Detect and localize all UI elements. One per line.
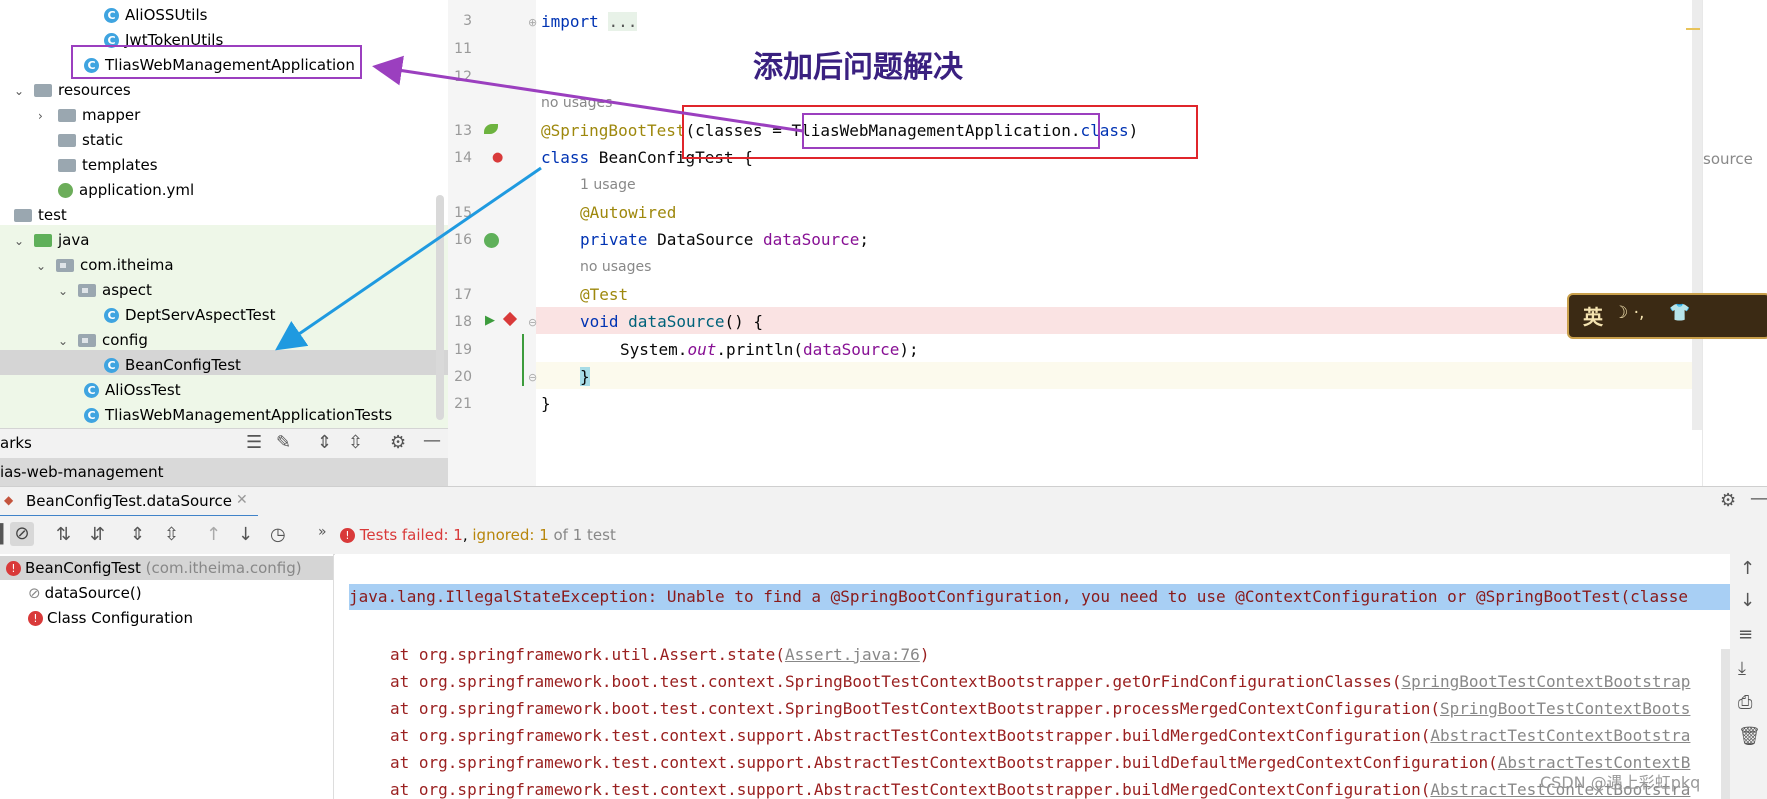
stack-trace-line: at org.springframework.test.context.supp… [390,780,1691,799]
close-tab-icon[interactable]: ✕ [236,492,248,508]
console-scrollbar[interactable] [1721,649,1730,799]
trash-icon[interactable]: 🗑 [1738,726,1761,747]
stack-trace-line: at org.springframework.boot.test.context… [390,672,1691,691]
more-icon[interactable]: » [318,524,327,540]
run-config-icon: ◆ [4,493,14,507]
moon-icon: ☽ ·, [1613,303,1645,323]
run-tab-label[interactable]: BeanConfigTest.dataSource [26,492,232,510]
up-arrow-icon[interactable]: ↑ [1740,558,1755,579]
test-status-summary: ! Tests failed: 1, ignored: 1 of 1 test [340,526,616,544]
gear-icon[interactable]: ⚙ [1720,490,1736,511]
source-link[interactable]: SpringBootTestContextBootstrap [1401,672,1690,691]
blue-arrow [275,166,542,351]
down-arrow-icon[interactable]: ↓ [1740,590,1755,611]
minimize-icon[interactable]: — [1750,488,1767,509]
stack-trace-line: at org.springframework.boot.test.context… [390,699,1691,718]
scroll-to-end-icon[interactable]: ⤓ [1738,658,1746,679]
sort-alpha-icon[interactable]: ⇅ [56,524,71,545]
test-results-tree: ! BeanConfigTest (com.itheima.config) ⊘ da… [0,554,334,799]
error-icon: ! [340,528,355,543]
ime-language-label: 英 [1583,305,1603,329]
history-icon[interactable]: ◷ [270,524,286,545]
sort-duration-icon[interactable]: ⇵ [90,524,105,545]
previous-failed-icon[interactable]: ↑ [206,524,221,545]
purple-box-code [802,113,1100,149]
source-link[interactable]: Assert.java:76 [785,645,920,664]
collapse-all-icon[interactable]: ⇳ [164,524,179,545]
stack-trace-line: at org.springframework.util.Assert.state… [390,645,930,664]
run-tab-bar: ◆ BeanConfigTest.dataSource ✕ ⚙ — [0,486,1767,517]
source-link[interactable]: SpringBootTestContextBoots [1440,699,1690,718]
source-link[interactable]: AbstractTestContextBootstra [1430,726,1690,745]
purple-box-tree [71,45,362,79]
soft-wrap-icon[interactable]: ≡ [1738,624,1753,645]
watermark: CSDN @遇上彩虹pkq [1540,773,1701,792]
exception-message: java.lang.IllegalStateException: Unable … [349,587,1688,606]
ignored-icon: ⊘ [28,584,41,602]
floating-ime-widget[interactable]: 英 ☽ ·, 👕 [1567,293,1767,339]
test-runner-toolbar: ▎ ⊘ ⇅ ⇵ ⇕ ⇳ ↑ ↓ ◷ » ! Tests failed: 1, i… [0,516,1767,555]
show-ignored-toggle-icon[interactable]: ⊘ [10,522,34,546]
error-icon: ! [6,561,21,576]
stack-trace-line: at org.springframework.test.context.supp… [390,753,1691,772]
error-icon: ! [28,611,43,626]
expand-all-icon[interactable]: ⇕ [130,524,145,545]
test-item-datasource[interactable]: ⊘ dataSource() [28,581,142,606]
print-icon[interactable]: ⎙ [1738,692,1752,713]
purple-arrow [372,55,804,133]
next-failed-icon[interactable]: ↓ [238,524,253,545]
stack-trace-line: at org.springframework.test.context.supp… [390,726,1691,745]
test-item-class-configuration[interactable]: ! Class Configuration [28,606,193,631]
shirt-icon: 👕 [1669,303,1691,323]
console-side-toolbar: ↑ ↓ ≡ ⤓ ⎙ 🗑 [1730,554,1767,799]
test-item-beanconfigtest[interactable]: ! BeanConfigTest (com.itheima.config) [6,556,302,581]
